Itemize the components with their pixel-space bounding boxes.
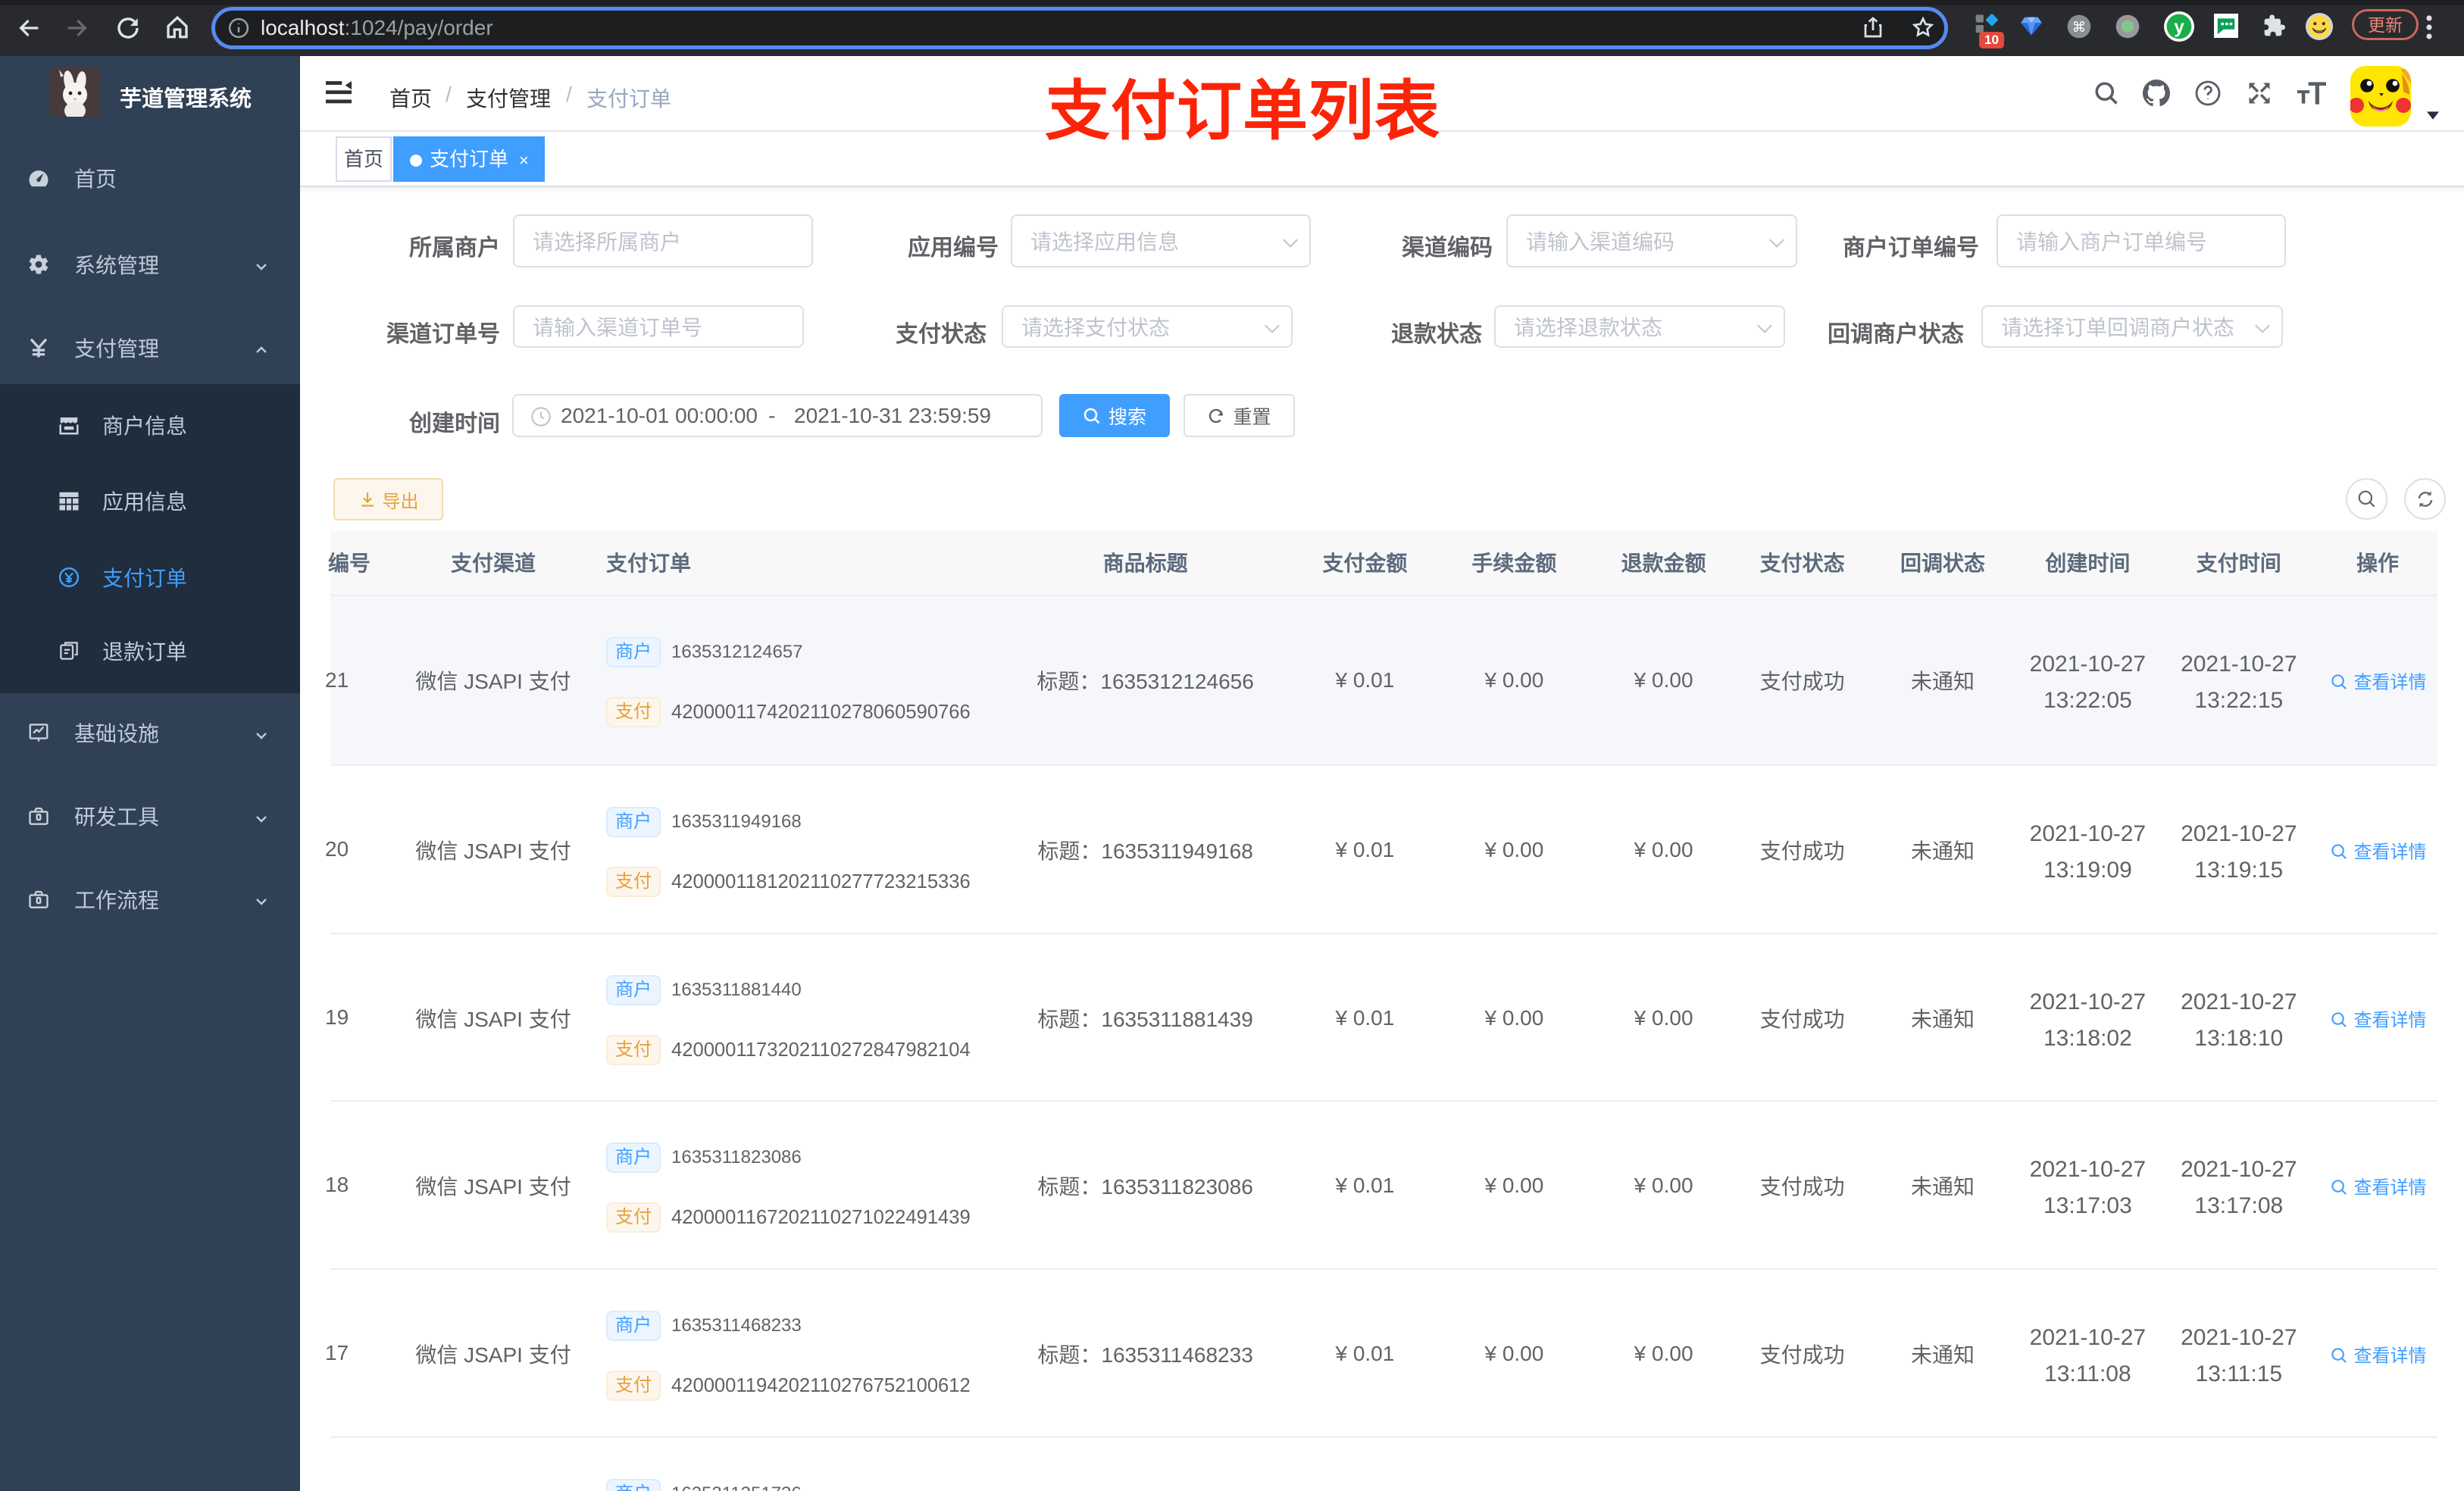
- svg-text:⌘: ⌘: [2072, 19, 2087, 35]
- svg-text:y: y: [2174, 17, 2184, 37]
